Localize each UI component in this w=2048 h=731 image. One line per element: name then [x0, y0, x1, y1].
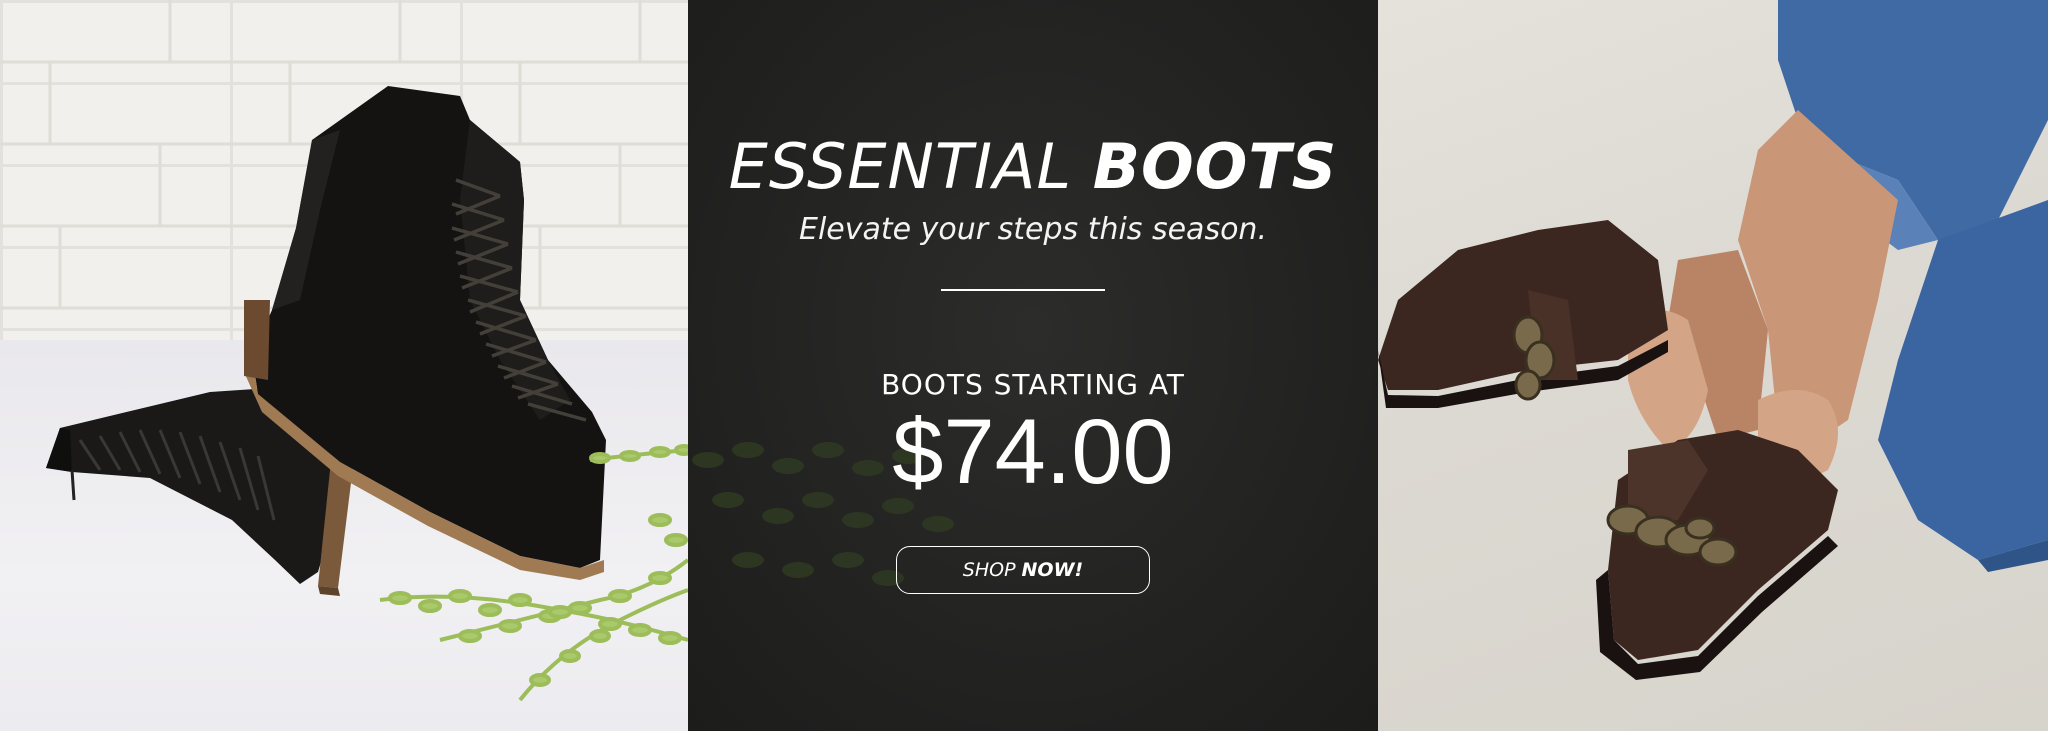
price-value: $74.00: [892, 401, 1174, 503]
shop-now-light-text: SHOP: [962, 559, 1016, 581]
loafers-photo-right[interactable]: [1378, 0, 2048, 731]
brown-loafers-illustration: [1378, 0, 2048, 680]
subheadline: Elevate your steps this season.: [799, 212, 1267, 247]
boots-photo-left[interactable]: [0, 0, 688, 731]
headline: ESSENTIAL BOOTS: [688, 132, 1378, 202]
divider-line: [941, 289, 1105, 291]
price-label: BOOTS STARTING AT: [881, 368, 1185, 401]
shop-now-button[interactable]: SHOP NOW!: [896, 546, 1150, 594]
black-boots-illustration: [0, 0, 688, 702]
promo-copy: ESSENTIAL BOOTS Elevate your steps this …: [688, 0, 1378, 731]
shop-now-bold-text: NOW!: [1021, 559, 1084, 581]
promo-banner[interactable]: ESSENTIAL BOOTS Elevate your steps this …: [0, 0, 2048, 731]
headline-bold-text: BOOTS: [1092, 130, 1338, 203]
promo-text-panel: ESSENTIAL BOOTS Elevate your steps this …: [688, 0, 1378, 731]
headline-light-text: ESSENTIAL: [728, 130, 1072, 203]
